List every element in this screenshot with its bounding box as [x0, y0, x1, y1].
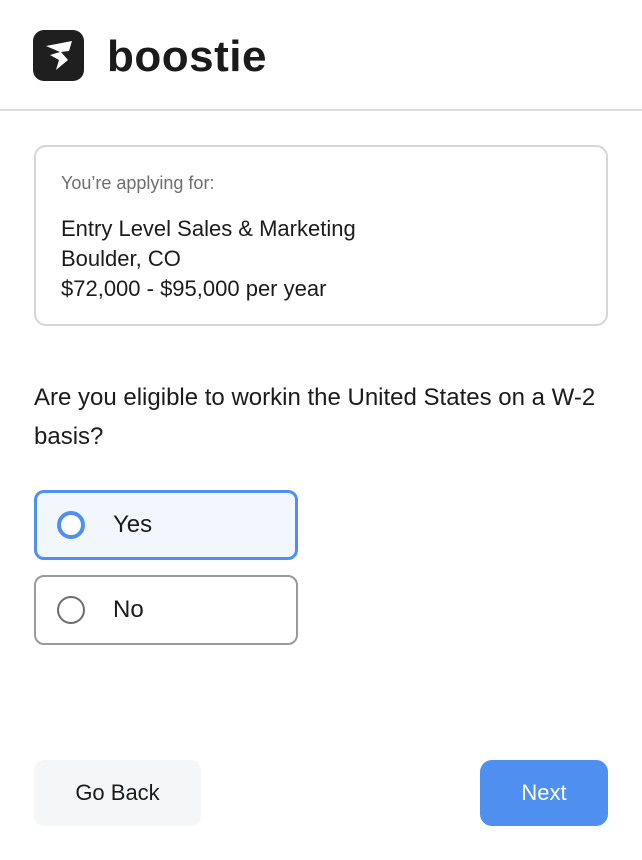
radio-unselected-icon[interactable]	[57, 596, 85, 624]
job-summary-card: You’re applying for: Entry Level Sales &…	[34, 145, 608, 326]
app-header: boostie	[0, 0, 642, 111]
next-button[interactable]: Next	[480, 760, 608, 826]
brand-name: boostie	[107, 32, 267, 81]
job-location: Boulder, CO	[61, 246, 181, 271]
option-no[interactable]: No	[34, 575, 298, 645]
option-yes[interactable]: Yes	[34, 490, 298, 560]
job-title: Entry Level Sales & Marketing	[61, 216, 356, 241]
eligibility-question: Are you eligible to workin the United St…	[34, 384, 596, 450]
applying-for-label: You’re applying for:	[61, 173, 215, 193]
go-back-button[interactable]: Go Back	[34, 760, 201, 826]
boostie-logo-icon	[33, 30, 84, 81]
radio-selected-icon[interactable]	[57, 511, 85, 539]
option-yes-label: Yes	[113, 511, 153, 538]
option-no-label: No	[113, 596, 144, 623]
job-salary: $72,000 - $95,000 per year	[61, 276, 327, 301]
